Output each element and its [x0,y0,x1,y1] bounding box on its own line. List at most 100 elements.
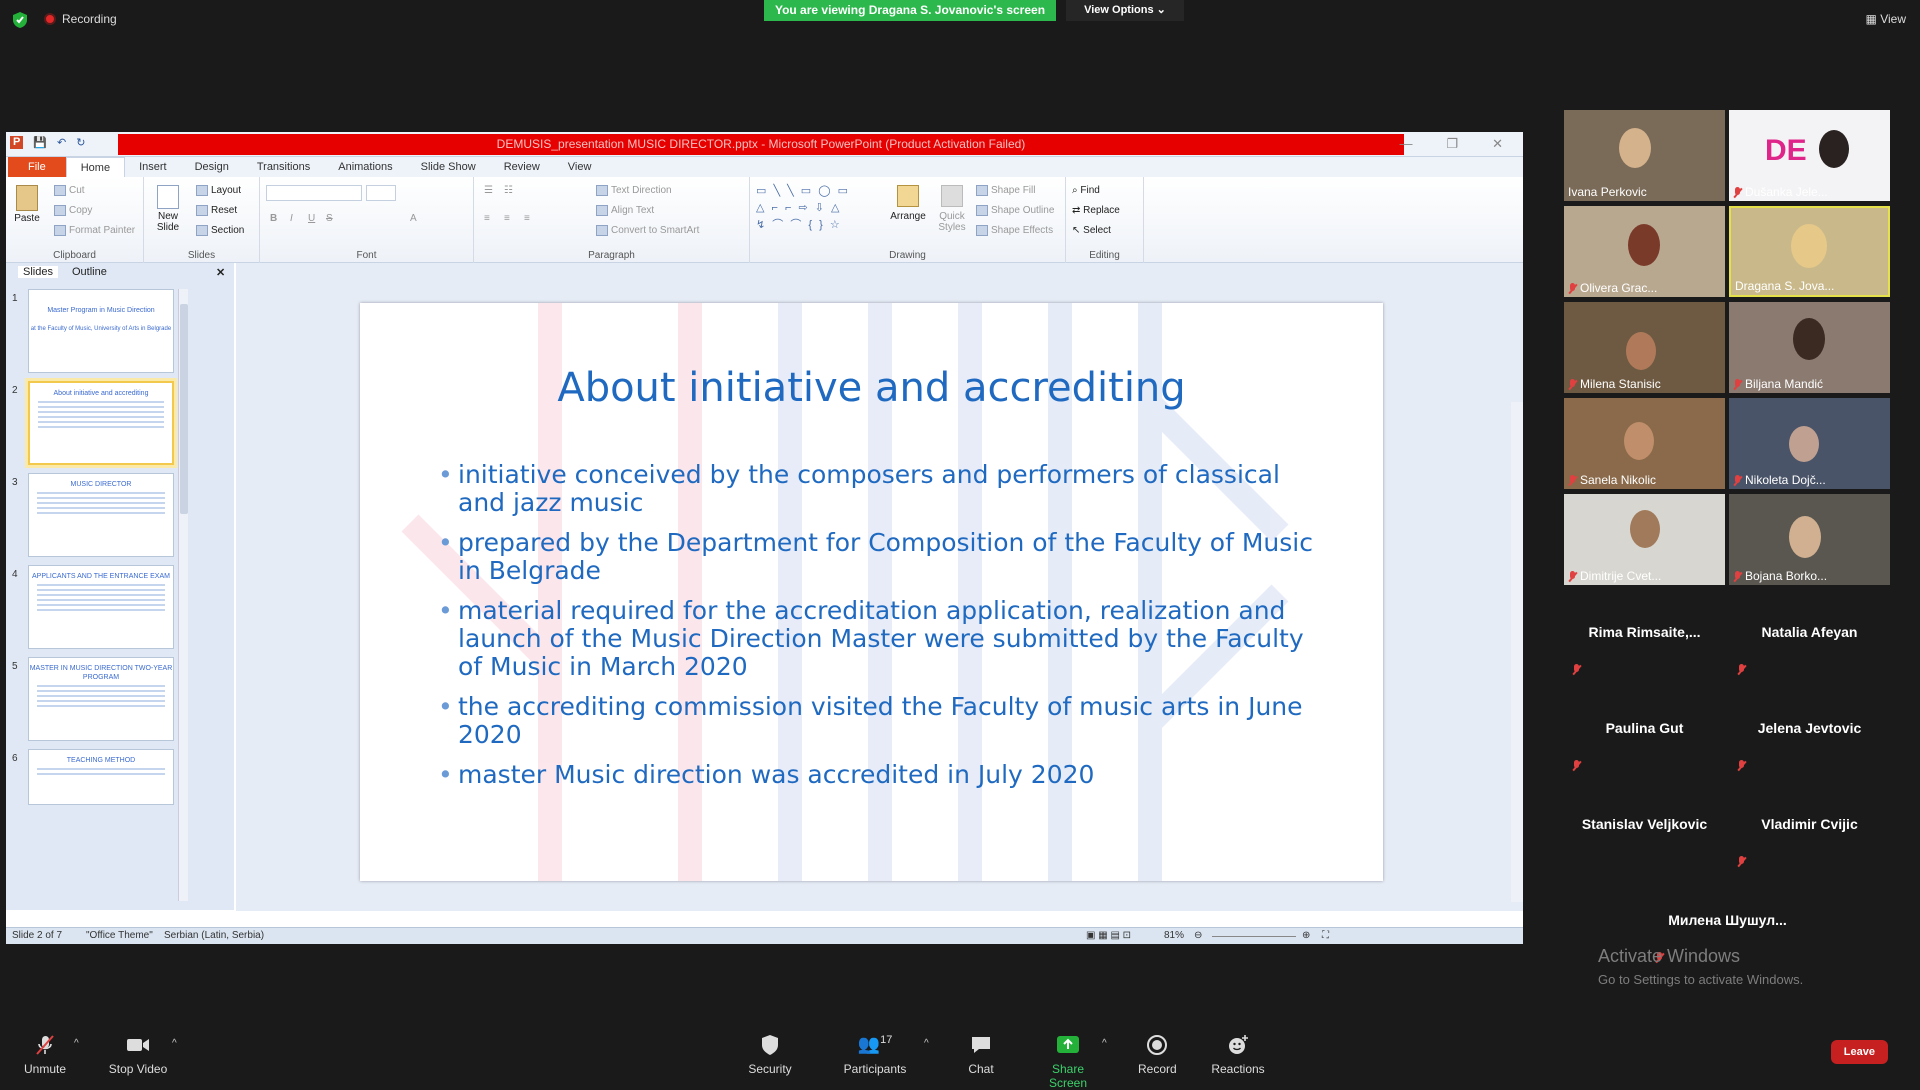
fit-slide-icon[interactable]: ⛶ [1322,930,1329,941]
layout-button[interactable]: Layout [196,185,241,196]
slide-scrollbar[interactable] [1511,402,1523,902]
cut-button[interactable]: Cut [54,185,85,196]
participant-tile[interactable]: Ivana Perkovic [1564,110,1725,201]
view-options-button[interactable]: View Options ⌄ [1066,0,1184,21]
tab-design[interactable]: Design [181,157,243,177]
underline-icon[interactable]: U [308,213,315,224]
zoom-in-icon[interactable]: ⊕ [1302,930,1310,941]
strikethrough-icon[interactable]: S [326,213,333,224]
format-painter-button[interactable]: Format Painter [54,225,135,236]
record-button[interactable]: Record [1138,1034,1177,1076]
video-options-caret-icon[interactable]: ^ [172,1038,177,1049]
recording-indicator[interactable]: Recording [44,12,117,26]
view-normal-icon[interactable]: ▣ ▦ ▤ ⊡ [1086,930,1131,941]
participant-tile[interactable]: DE Dušanka Jele... [1729,110,1890,201]
view-button[interactable]: ▦ View [1866,12,1906,26]
paste-button[interactable]: Paste [12,185,42,224]
tab-view[interactable]: View [554,157,606,177]
bold-icon[interactable]: B [270,213,277,224]
section-button[interactable]: Section [196,225,244,236]
text-direction-button[interactable]: Text Direction [596,185,672,196]
zoom-level[interactable]: 81% [1164,930,1184,941]
participant-tile[interactable]: Olivera Grac... [1564,206,1725,297]
quick-styles-button[interactable]: Quick Styles [932,185,972,233]
slide-thumbnail-6[interactable]: TEACHING METHOD [28,749,174,805]
numbering-icon[interactable]: ☷ [504,185,513,196]
slide-thumbnail-2[interactable]: About initiative and accrediting [28,381,174,465]
share-screen-button[interactable]: Share Screen [1032,1034,1104,1090]
leave-button[interactable]: Leave [1830,1040,1888,1064]
slides-tab[interactable]: Slides [18,266,58,278]
participant-tile[interactable]: Jelena Jevtovic [1729,686,1890,777]
slide-thumbnail-3[interactable]: MUSIC DIRECTOR [28,473,174,557]
reset-button[interactable]: Reset [196,205,237,216]
unmute-button[interactable]: Unmute [22,1034,68,1076]
align-left-icon[interactable]: ≡ [484,213,490,224]
shapes-gallery[interactable]: ▭ ╲ ╲ ▭ ◯ ▭ △ ⌐ ⌐ ⇨ ⇩ △ ↯ ⌒ ⌒ { } ☆ [756,183,874,235]
slides-pane-scroll-thumb[interactable] [180,304,188,514]
save-icon[interactable]: 💾 [33,136,47,149]
shape-effects-button[interactable]: Shape Effects [976,225,1053,236]
shape-outline-button[interactable]: Shape Outline [976,205,1054,216]
chat-button[interactable]: Chat [966,1034,996,1076]
shape-outline-icon [976,205,988,216]
security-shield-icon [13,12,27,28]
undo-icon[interactable]: ↶ [57,136,66,149]
tab-slide-show[interactable]: Slide Show [407,157,490,177]
stop-video-button[interactable]: Stop Video [108,1034,168,1076]
participant-tile[interactable]: Paulina Gut [1564,686,1725,777]
participant-tile-active-speaker[interactable]: Dragana S. Jova... [1729,206,1890,297]
font-size-dropdown[interactable] [366,185,396,201]
minimize-icon[interactable]: — [1399,136,1412,152]
audio-options-caret-icon[interactable]: ^ [74,1038,79,1049]
participant-tile[interactable]: Natalia Afeyan [1729,590,1890,681]
outline-tab[interactable]: Outline [72,266,107,278]
redo-icon[interactable]: ↻ [76,136,85,149]
align-right-icon[interactable]: ≡ [524,213,530,224]
participant-tile[interactable]: Sanela Nikolic [1564,398,1725,489]
security-button[interactable]: Security [744,1034,796,1076]
align-center-icon[interactable]: ≡ [504,213,510,224]
participants-caret-icon[interactable]: ^ [924,1038,929,1049]
select-button[interactable]: ↖ Select [1072,225,1111,236]
slide-thumbnail-4[interactable]: APPLICANTS AND THE ENTRANCE EXAM [28,565,174,649]
convert-smartart-button[interactable]: Convert to SmartArt [596,225,699,236]
slide-thumbnail-5[interactable]: MASTER IN MUSIC DIRECTION TWO-YEAR PROGR… [28,657,174,741]
find-button[interactable]: ⌕ Find [1072,185,1100,196]
arrange-button[interactable]: Arrange [888,185,928,222]
italic-icon[interactable]: I [290,213,293,224]
language[interactable]: Serbian (Latin, Serbia) [164,930,264,941]
copy-button[interactable]: Copy [54,205,92,216]
tab-file[interactable]: File [8,157,66,177]
restore-icon[interactable]: ❐ [1446,136,1458,152]
tab-review[interactable]: Review [490,157,554,177]
zoom-slider[interactable] [1212,936,1296,937]
align-text-button[interactable]: Align Text [596,205,654,216]
reactions-button[interactable]: Reactions [1210,1034,1266,1076]
participant-tile[interactable]: Stanislav Veljkovic [1564,782,1725,873]
participant-tile[interactable]: Biljana Mandić [1729,302,1890,393]
tab-transitions[interactable]: Transitions [243,157,324,177]
tab-insert[interactable]: Insert [125,157,181,177]
participant-tile[interactable]: Milena Stanisic [1564,302,1725,393]
new-slide-button[interactable]: New Slide [150,185,186,233]
current-slide[interactable]: About initiative and accrediting initiat… [360,303,1383,881]
zoom-out-icon[interactable]: ⊖ [1194,930,1202,941]
tab-home[interactable]: Home [65,157,126,177]
font-name-dropdown[interactable] [266,185,362,201]
share-options-caret-icon[interactable]: ^ [1102,1038,1107,1049]
replace-button[interactable]: ⇄ Replace [1072,205,1120,216]
participant-tile[interactable]: Bojana Borko... [1729,494,1890,585]
font-color-icon[interactable]: A [410,213,417,224]
participant-tile[interactable]: Nikoleta Dojč... [1729,398,1890,489]
shape-fill-button[interactable]: Shape Fill [976,185,1035,196]
close-pane-icon[interactable]: ✕ [216,266,225,279]
slide-thumbnail-1[interactable]: Master Program in Music Direction at the… [28,289,174,373]
participants-button[interactable]: 👥17 Participants [842,1034,908,1076]
participant-tile[interactable]: Dimitrije Cvet... [1564,494,1725,585]
tab-animations[interactable]: Animations [324,157,406,177]
participant-tile[interactable]: Vladimir Cvijic [1729,782,1890,873]
bullets-icon[interactable]: ☰ [484,185,493,196]
participant-tile[interactable]: Rima Rimsaite,... [1564,590,1725,681]
close-icon[interactable]: ✕ [1492,136,1503,152]
